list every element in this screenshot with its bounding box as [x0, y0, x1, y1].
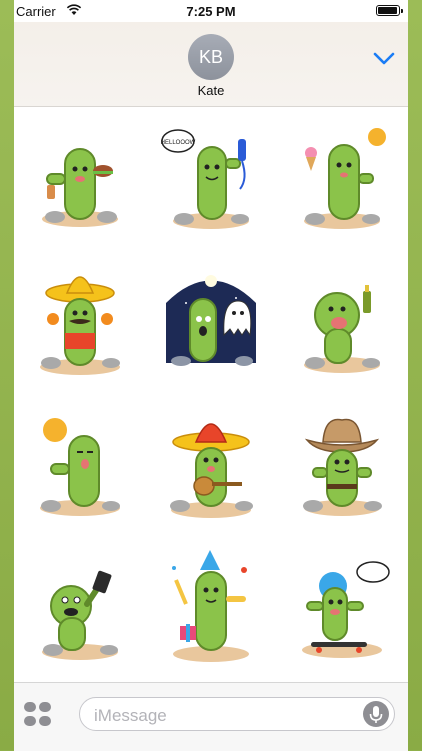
sticker-cactus-icecream-sun[interactable] — [277, 107, 408, 251]
clock: 7:25 PM — [186, 4, 236, 19]
microphone-icon[interactable] — [363, 701, 389, 727]
chevron-down-icon[interactable] — [370, 44, 398, 72]
contact-name[interactable]: Kate — [14, 83, 408, 98]
sticker-cactus-selfie[interactable] — [14, 538, 145, 682]
message-placeholder: iMessage — [94, 706, 167, 725]
status-bar: Carrier 7:25 PM — [14, 0, 408, 22]
speech-bubble-text: HELLOOOW — [161, 140, 196, 146]
sticker-cactus-burger[interactable] — [14, 107, 145, 251]
battery-icon — [376, 5, 403, 16]
sticker-cactus-sombrero-maracas[interactable] — [14, 251, 145, 395]
sticker-cactus-night-ghost[interactable] — [145, 251, 276, 395]
sticker-grid: HELLOOOW — [14, 107, 408, 682]
sticker-cactus-skateboard[interactable] — [277, 538, 408, 682]
sticker-cactus-phone-hellooow[interactable]: HELLOOOW — [145, 107, 276, 251]
contact-avatar[interactable]: KB — [188, 34, 234, 80]
app-drawer-icon[interactable] — [24, 702, 54, 728]
message-input[interactable]: iMessage — [79, 697, 395, 731]
conversation-header: KB Kate — [14, 22, 408, 107]
sticker-cactus-sombrero-guitar[interactable] — [145, 395, 276, 539]
sticker-cactus-sun-sleepy[interactable] — [14, 395, 145, 539]
sticker-cactus-party[interactable] — [145, 538, 276, 682]
messages-screen: Carrier 7:25 PM KB Kate HELLOOOW iMessag… — [14, 0, 408, 751]
composer-bar: iMessage — [14, 682, 408, 751]
sticker-cactus-cowboy[interactable] — [277, 395, 408, 539]
sticker-cactus-drinking[interactable] — [277, 251, 408, 395]
